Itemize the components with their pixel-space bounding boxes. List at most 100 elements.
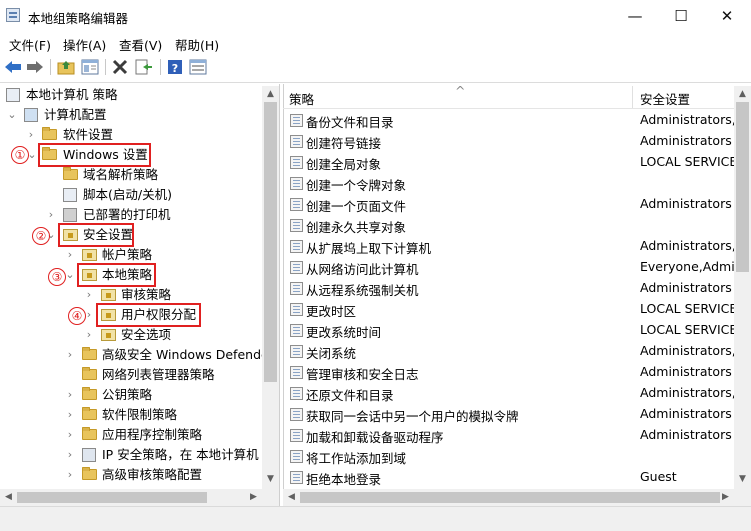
script-icon [63, 188, 77, 202]
menu-action[interactable]: 操作(A) [63, 35, 106, 54]
policy-row[interactable]: 获取同一会话中另一个用户的模拟令牌 Administrators [288, 404, 734, 425]
folder-icon [82, 427, 97, 440]
policy-row[interactable]: 创建一个令牌对象 [288, 173, 734, 194]
policy-row[interactable]: 管理审核和安全日志 Administrators [288, 362, 734, 383]
policy-row[interactable]: 更改系统时间 LOCAL SERVICE, [288, 320, 734, 341]
tree-software-settings[interactable]: › 软件设置 [0, 125, 262, 145]
highlight-box-4 [96, 303, 201, 327]
policy-row[interactable]: 从扩展坞上取下计算机 Administrators,U [288, 236, 734, 257]
chevron-down-icon[interactable]: ⌄ [7, 105, 17, 125]
policy-item-icon [290, 177, 303, 190]
policy-setting: Administrators [640, 133, 732, 148]
tree-public-key[interactable]: › 公钥策略 [0, 385, 262, 405]
policy-item-icon [290, 366, 303, 379]
policy-name: 从远程系统强制关机 [306, 283, 419, 298]
computer-icon [24, 108, 38, 122]
policy-name: 加载和卸载设备驱动程序 [306, 430, 444, 445]
column-header-setting[interactable]: 安全设置 [640, 89, 690, 108]
chevron-right-icon[interactable]: › [65, 405, 75, 425]
tree-printers-label: 已部署的打印机 [83, 207, 171, 222]
policy-row[interactable]: 从远程系统强制关机 Administrators [288, 278, 734, 299]
tree-software-restriction-label: 软件限制策略 [102, 407, 178, 422]
scroll-down-icon[interactable]: ▼ [262, 471, 279, 488]
policy-name: 获取同一会话中另一个用户的模拟令牌 [306, 409, 519, 424]
tree-horizontal-scroll-thumb[interactable] [17, 492, 207, 503]
policy-row[interactable]: 创建全局对象 LOCAL SERVICE, [288, 152, 734, 173]
tree-dns[interactable]: 域名解析策略 [0, 165, 262, 185]
folder-icon [63, 167, 78, 180]
chevron-right-icon[interactable]: › [84, 325, 94, 345]
chevron-right-icon[interactable]: › [46, 205, 56, 225]
forward-icon[interactable] [26, 58, 44, 76]
tree-security-options[interactable]: › 安全选项 [0, 325, 262, 345]
policy-name: 关闭系统 [306, 346, 357, 361]
tree-audit-policy[interactable]: › 审核策略 [0, 285, 262, 305]
policy-row[interactable]: 备份文件和目录 Administrators,E [288, 110, 734, 131]
scroll-right-icon[interactable]: ▶ [717, 489, 734, 506]
back-icon[interactable] [4, 58, 22, 76]
tree-printers[interactable]: › 已部署的打印机 [0, 205, 262, 225]
chevron-right-icon[interactable]: › [65, 245, 75, 265]
help-icon[interactable]: ? [166, 58, 184, 76]
policy-row[interactable]: 更改时区 LOCAL SERVICE, [288, 299, 734, 320]
scroll-up-icon[interactable]: ▲ [262, 86, 279, 103]
tree-root[interactable]: 本地计算机 策略 [0, 85, 262, 105]
chevron-right-icon[interactable]: › [65, 345, 75, 365]
tree-advanced-audit[interactable]: › 高级审核策略配置 [0, 465, 262, 485]
column-header-policy[interactable]: 策略 [289, 89, 314, 108]
tree-app-control[interactable]: › 应用程序控制策略 [0, 425, 262, 445]
chevron-right-icon[interactable]: › [65, 465, 75, 485]
chevron-right-icon[interactable]: › [65, 385, 75, 405]
column-divider[interactable] [632, 86, 633, 108]
annotation-number-4: ④ [68, 307, 86, 325]
chevron-right-icon[interactable]: › [84, 285, 94, 305]
export-list-icon[interactable] [135, 58, 153, 76]
list-horizontal-scroll-thumb[interactable] [300, 492, 720, 503]
list-vertical-scroll-thumb[interactable] [736, 102, 749, 272]
tree-advanced-firewall[interactable]: › 高级安全 Windows Defende [0, 345, 269, 365]
scroll-left-icon[interactable]: ◀ [0, 489, 17, 506]
tree-scripts[interactable]: 脚本(启动/关机) [0, 185, 262, 205]
up-folder-icon[interactable] [57, 58, 75, 76]
tree-vertical-scroll-thumb[interactable] [264, 102, 277, 382]
scroll-down-icon[interactable]: ▼ [734, 471, 751, 488]
policy-doc-icon [6, 88, 20, 102]
policy-name: 创建永久共享对象 [306, 220, 407, 235]
tree-software-restriction[interactable]: › 软件限制策略 [0, 405, 262, 425]
menu-file[interactable]: 文件(F) [9, 35, 51, 54]
show-hide-tree-icon[interactable] [81, 58, 99, 76]
menu-help[interactable]: 帮助(H) [175, 35, 219, 54]
tree-computer-config[interactable]: ⌄ 计算机配置 [0, 105, 262, 125]
policy-row[interactable]: 关闭系统 Administrators,U [288, 341, 734, 362]
scroll-right-icon[interactable]: ▶ [245, 489, 262, 506]
policy-row[interactable]: 创建符号链接 Administrators [288, 131, 734, 152]
chevron-right-icon[interactable]: › [65, 445, 75, 465]
policy-row[interactable]: 将工作站添加到域 [288, 446, 734, 467]
chevron-down-icon[interactable]: ⌄ [65, 265, 75, 285]
policy-row[interactable]: 加载和卸载设备驱动程序 Administrators [288, 425, 734, 446]
tree-network-list[interactable]: 网络列表管理器策略 [0, 365, 262, 385]
delete-icon[interactable] [111, 58, 129, 76]
policy-row[interactable]: 拒绝本地登录 Guest [288, 467, 734, 488]
menu-view[interactable]: 查看(V) [119, 35, 162, 54]
properties-icon[interactable] [189, 58, 207, 76]
close-button[interactable]: ✕ [704, 0, 750, 32]
folder-icon [82, 387, 97, 400]
scroll-up-icon[interactable]: ▲ [734, 86, 751, 103]
policy-setting: Administrators,E [640, 112, 734, 127]
chevron-right-icon[interactable]: › [65, 425, 75, 445]
policy-row[interactable]: 从网络访问此计算机 Everyone,Admin [288, 257, 734, 278]
tree-ipsec[interactable]: › IP 安全策略，在 本地计算机 [0, 445, 262, 465]
tree-account-policies[interactable]: › 帐户策略 [0, 245, 262, 265]
policy-row[interactable]: 还原文件和目录 Administrators,E [288, 383, 734, 404]
toolbar-separator [50, 59, 51, 75]
minimize-button[interactable]: — [612, 0, 658, 32]
policy-item-icon [290, 282, 303, 295]
chevron-right-icon[interactable]: › [26, 125, 36, 145]
maximize-button[interactable]: ☐ [658, 0, 704, 32]
policy-row[interactable]: 创建一个页面文件 Administrators [288, 194, 734, 215]
policy-name: 创建一个令牌对象 [306, 178, 407, 193]
policy-name: 管理审核和安全日志 [306, 367, 419, 382]
policy-row[interactable]: 创建永久共享对象 [288, 215, 734, 236]
scroll-left-icon[interactable]: ◀ [283, 489, 300, 506]
